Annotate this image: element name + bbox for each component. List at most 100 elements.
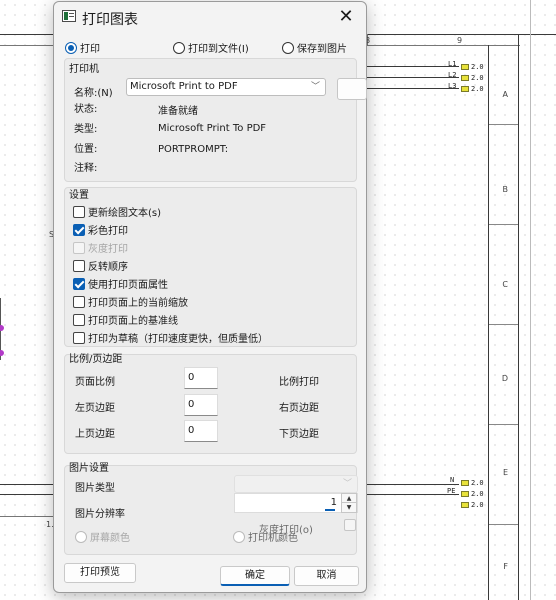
ok-button[interactable]: 确定 (220, 566, 290, 586)
stepper-down-icon[interactable]: ▼ (342, 503, 356, 512)
wire-label-l2: L2 (448, 71, 457, 79)
row-tick-bc (489, 224, 518, 225)
wire-l2 (367, 77, 459, 78)
printer-name-select[interactable]: Microsoft Print to PDF ﹀ (126, 78, 326, 96)
radio-circle (233, 530, 245, 543)
sheet-edge-line (530, 0, 531, 600)
checkbox-box (73, 205, 85, 218)
bottom-margin-label: 下页边距 (279, 429, 319, 440)
radio-screen-color-label: 屏幕颜色 (90, 533, 130, 544)
right-margin-label: 右页边距 (279, 403, 319, 414)
radio-printer-color-label: 打印机颜色 (248, 533, 298, 544)
printer-status-label: 状态: (74, 104, 98, 115)
radio-save-image[interactable]: 保存到图片 (282, 40, 347, 55)
row-divider-line (488, 45, 489, 600)
row-letter-c: C (502, 280, 508, 289)
cancel-button[interactable]: 取消 (294, 566, 359, 586)
checkbox-color-print[interactable]: 彩色打印 (73, 222, 128, 237)
terminal-icon: 2.0 (461, 63, 484, 71)
image-type-select[interactable]: ﹀ (234, 475, 358, 493)
wire-l1 (367, 66, 459, 67)
wire-n-left (0, 484, 53, 485)
close-icon[interactable]: ✕ (332, 4, 360, 30)
checkbox-draft-label: 打印为草稿（打印速度更快，但质量低） (88, 334, 268, 345)
checkbox-grayscale[interactable]: 灰度打印 (73, 240, 128, 255)
wire-label-l3: L3 (448, 82, 457, 90)
stepper-buttons: ▲ ▼ (341, 493, 357, 513)
radio-circle (65, 41, 77, 54)
left-border-line (0, 516, 53, 517)
radio-circle (173, 41, 185, 54)
checkbox-box (73, 277, 85, 290)
page-scale-label: 页面比例 (75, 377, 115, 388)
radio-circle (282, 41, 294, 54)
checkbox-update-text[interactable]: 更新绘图文本(s) (73, 204, 161, 219)
image-resolution-stepper[interactable]: 1 ▲ ▼ (234, 493, 358, 513)
radio-save-image-label: 保存到图片 (297, 44, 347, 55)
chevron-down-icon: ﹀ (342, 479, 352, 489)
column-number-9: 9 (457, 36, 463, 45)
checkbox-box (73, 295, 85, 308)
top-margin-input[interactable]: 0 (184, 420, 218, 442)
terminal-icon: 2.0 (461, 490, 484, 498)
wire-label-n: N (450, 476, 455, 484)
scale-print-label: 比例打印 (279, 377, 319, 388)
page-scale-input[interactable]: 0 (184, 367, 218, 389)
checkbox-reverse-order[interactable]: 反转顺序 (73, 258, 128, 273)
scale-margins-group-title: 比例/页边距 (69, 354, 123, 365)
image-settings-group-title: 图片设置 (69, 463, 109, 474)
printer-location-value: PORTPROMPT: (158, 144, 229, 155)
checkbox-baselines[interactable]: 打印页面上的基准线 (73, 312, 178, 327)
row-letter-e: E (502, 468, 508, 477)
checkbox-page-attributes-label: 使用打印页面属性 (88, 280, 168, 291)
stepper-up-icon[interactable]: ▲ (342, 494, 356, 503)
radio-screen-color[interactable]: 屏幕颜色 (75, 529, 130, 544)
row-tick-cd (489, 324, 518, 325)
gray-print-checkbox[interactable] (344, 519, 356, 531)
printer-name-label: 名称:(N) (74, 88, 113, 99)
row-tick-ab (489, 124, 518, 125)
row-letter-d: D (501, 374, 508, 383)
radio-print-to-file-label: 打印到文件(I) (188, 44, 249, 55)
checkbox-page-attributes[interactable]: 使用打印页面属性 (73, 276, 168, 291)
radio-printer-color[interactable]: 打印机颜色 (233, 529, 298, 544)
printer-name-value: Microsoft Print to PDF (130, 81, 238, 92)
row-tick-de (489, 424, 518, 425)
radio-print[interactable]: 打印 (65, 40, 100, 55)
chevron-down-icon: ﹀ (310, 82, 320, 92)
wire-label-l1: L1 (448, 60, 457, 68)
wire-l3 (367, 88, 459, 89)
printer-type-label: 类型: (74, 124, 98, 135)
left-margin-label: 左页边距 (75, 403, 115, 414)
row-letter-f: F (503, 562, 508, 571)
checkbox-draft[interactable]: 打印为草稿（打印速度更快，但质量低） (73, 330, 268, 345)
row-tick-ef (489, 524, 518, 525)
checkbox-grayscale-label: 灰度打印 (88, 244, 128, 255)
checkbox-reverse-order-label: 反转顺序 (88, 262, 128, 273)
checkbox-baselines-label: 打印页面上的基准线 (88, 316, 178, 327)
checkbox-current-zoom[interactable]: 打印页面上的当前缩放 (73, 294, 188, 309)
dialog-titlebar[interactable]: 打印图表 ✕ (54, 2, 366, 32)
printer-type-value: Microsoft Print To PDF (158, 123, 267, 134)
wire-label-pe: PE (447, 487, 456, 495)
top-margin-label: 上页边距 (75, 429, 115, 440)
radio-print-to-file[interactable]: 打印到文件(I) (173, 40, 249, 55)
border-line-right (518, 34, 519, 600)
checkbox-box (73, 259, 85, 272)
print-preview-button[interactable]: 打印预览 (64, 563, 136, 583)
printer-properties-button[interactable] (337, 78, 367, 100)
checkbox-box (73, 331, 85, 344)
printer-group-title: 打印机 (69, 64, 99, 75)
row-letter-a: A (502, 90, 508, 99)
checkbox-current-zoom-label: 打印页面上的当前缩放 (88, 298, 188, 309)
printer-status-value: 准备就绪 (158, 106, 198, 117)
left-margin-input[interactable]: 0 (184, 394, 218, 416)
checkbox-update-text-label: 更新绘图文本(s) (88, 208, 162, 219)
image-resolution-label: 图片分辨率 (75, 509, 125, 520)
app-window-icon (62, 10, 76, 22)
settings-group-title: 设置 (69, 190, 89, 201)
image-resolution-value: 1 (330, 497, 337, 508)
row-letter-b: B (502, 185, 509, 194)
print-dialog: 打印图表 ✕ 打印 打印到文件(I) 保存到图片 打印机 名称:(N) Micr… (53, 1, 367, 593)
wire-pe-left (0, 494, 53, 495)
